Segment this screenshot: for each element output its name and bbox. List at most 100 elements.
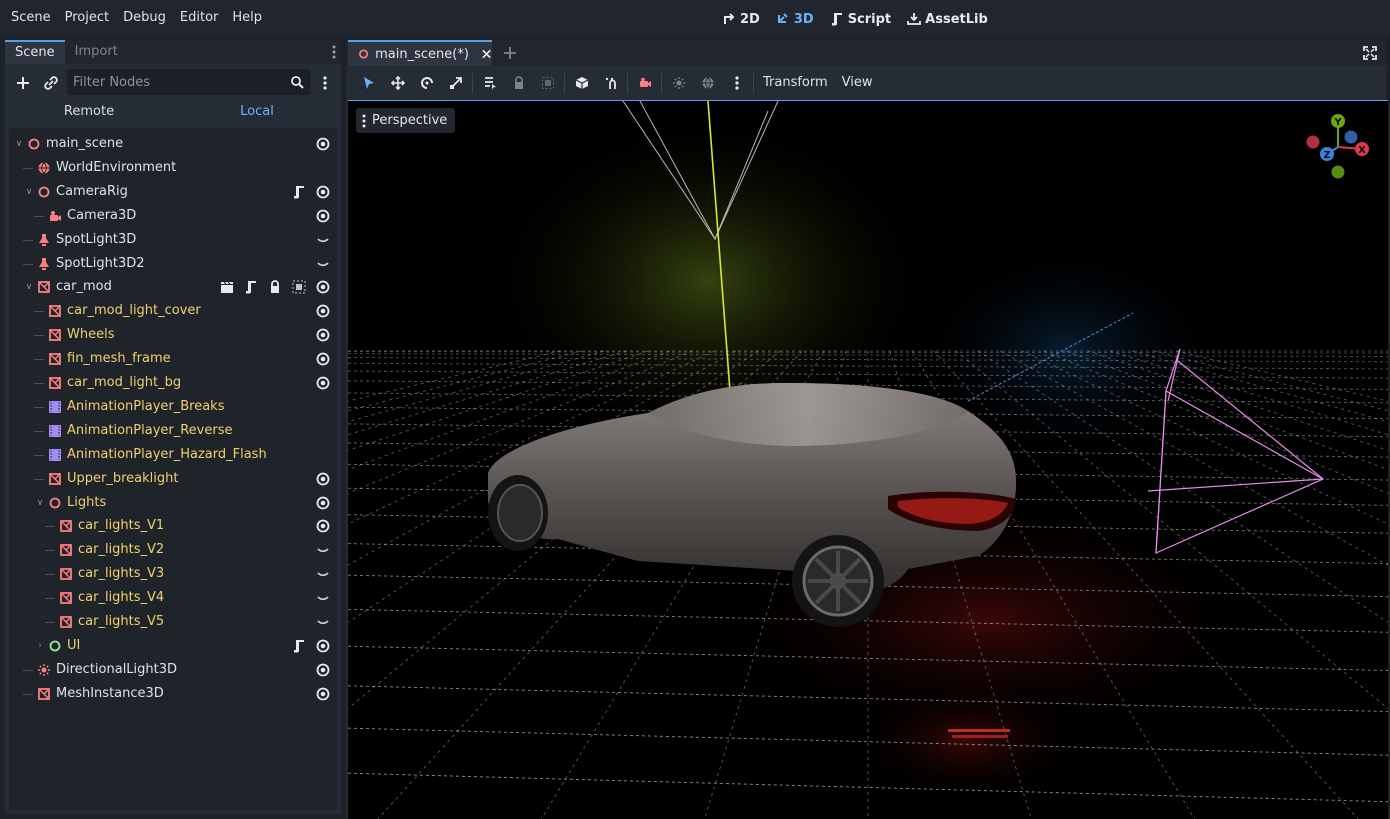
visibility-icon[interactable] [315, 184, 331, 200]
perspective-menu-button[interactable]: Perspective [356, 108, 456, 133]
menu-debug[interactable]: Debug [116, 0, 173, 38]
transform-menu[interactable]: Transform [756, 70, 835, 96]
visibility-icon[interactable] [315, 686, 331, 702]
tree-row-ui[interactable]: › UI [9, 634, 337, 658]
tree-row-main-scene[interactable]: ∨ main_scene [9, 132, 337, 156]
axis-neg-z-handle[interactable] [1344, 130, 1358, 144]
workspace-script-button[interactable]: Script [830, 12, 891, 27]
hidden-icon[interactable] [315, 542, 331, 558]
visibility-icon[interactable] [315, 303, 331, 319]
scene-tab-main[interactable]: main_scene(*) [348, 40, 492, 66]
visibility-icon[interactable] [315, 471, 331, 487]
select-mode-button[interactable] [354, 70, 383, 96]
clapper-icon[interactable] [219, 279, 235, 295]
tree-row-car-mod-light-bg[interactable]: car_mod_light_bg [9, 371, 337, 395]
viewport-scene[interactable] [348, 101, 1388, 819]
view-menu[interactable]: View [835, 70, 880, 96]
visibility-icon[interactable] [315, 351, 331, 367]
orientation-gizmo[interactable]: Y X Z [1304, 109, 1374, 183]
group-button[interactable] [533, 70, 562, 96]
filter-nodes-input[interactable] [67, 70, 290, 94]
scale-mode-button[interactable] [441, 70, 470, 96]
camera-preview-button[interactable] [630, 70, 659, 96]
tree-row-spotlight3d2[interactable]: SpotLight3D2 [9, 252, 337, 276]
tree-row-meshinstance3d[interactable]: MeshInstance3D [9, 682, 337, 706]
visibility-icon[interactable] [315, 279, 331, 295]
preview-environment-button[interactable] [693, 70, 722, 96]
visibility-icon[interactable] [315, 327, 331, 343]
lock-button[interactable] [504, 70, 533, 96]
collapse-arrow-icon[interactable]: ∨ [24, 282, 34, 292]
tree-row-spotlight3d[interactable]: SpotLight3D [9, 228, 337, 252]
preview-settings-button[interactable] [722, 70, 751, 96]
tree-row-car-lights-v5[interactable]: car_lights_V5 [9, 610, 337, 634]
script-icon[interactable] [243, 279, 259, 295]
tree-row-animationplayer-hazard-flash[interactable]: AnimationPlayer_Hazard_Flash [9, 443, 337, 467]
collapse-arrow-icon[interactable]: ∨ [24, 187, 34, 197]
tree-row-car-mod-light-cover[interactable]: car_mod_light_cover [9, 299, 337, 323]
visibility-icon[interactable] [315, 518, 331, 534]
group-icon[interactable] [291, 279, 307, 295]
snap-button[interactable] [596, 70, 625, 96]
collapse-arrow-icon[interactable]: ∨ [14, 139, 24, 149]
visibility-icon[interactable] [315, 662, 331, 678]
script-icon[interactable] [291, 184, 307, 200]
tree-row-car-lights-v3[interactable]: car_lights_V3 [9, 562, 337, 586]
add-scene-tab-icon[interactable] [500, 43, 520, 63]
visibility-icon[interactable] [315, 208, 331, 224]
axis-neg-y-handle[interactable] [1331, 165, 1345, 179]
remote-button[interactable]: Remote [5, 100, 173, 124]
tree-row-camerarig[interactable]: ∨ CameraRig [9, 180, 337, 204]
move-mode-button[interactable] [383, 70, 412, 96]
hidden-icon[interactable] [315, 614, 331, 630]
tree-row-car-lights-v4[interactable]: car_lights_V4 [9, 586, 337, 610]
preview-sun-button[interactable] [664, 70, 693, 96]
workspace-2d-button[interactable]: 2D [722, 12, 760, 27]
tree-row-fin-mesh-frame[interactable]: fin_mesh_frame [9, 347, 337, 371]
axis-neg-x-handle[interactable] [1306, 135, 1320, 149]
menu-project[interactable]: Project [58, 0, 116, 38]
tree-row-car-mod[interactable]: ∨ car_mod [9, 275, 337, 299]
tree-row-car-lights-v1[interactable]: car_lights_V1 [9, 514, 337, 538]
local-button[interactable]: Local [173, 100, 341, 124]
search-icon[interactable] [290, 75, 304, 89]
local-space-button[interactable] [567, 70, 596, 96]
hidden-icon[interactable] [315, 232, 331, 248]
menu-scene[interactable]: Scene [4, 0, 58, 38]
3d-viewport[interactable]: Perspective Y X Z [348, 100, 1388, 819]
script-icon[interactable] [291, 638, 307, 654]
hidden-icon[interactable] [315, 256, 331, 272]
scene-tree-menu-button[interactable] [313, 71, 337, 95]
list-select-button[interactable] [475, 70, 504, 96]
visibility-icon[interactable] [315, 136, 331, 152]
workspace-3d-button[interactable]: 3D [776, 12, 814, 27]
lock-icon[interactable] [267, 279, 283, 295]
close-icon[interactable] [481, 48, 492, 60]
hidden-icon[interactable] [315, 590, 331, 606]
tree-row-wheels[interactable]: Wheels [9, 323, 337, 347]
workspace-assetlib-button[interactable]: AssetLib [907, 12, 988, 27]
dock-menu-icon[interactable] [331, 44, 337, 60]
distraction-free-icon[interactable] [1362, 45, 1378, 61]
add-node-button[interactable] [11, 71, 35, 95]
tree-row-lights[interactable]: ∨ Lights [9, 491, 337, 515]
visibility-icon[interactable] [315, 495, 331, 511]
rotate-mode-button[interactable] [412, 70, 441, 96]
tree-row-upper-breaklight[interactable]: Upper_breaklight [9, 467, 337, 491]
menu-help[interactable]: Help [225, 0, 269, 38]
tree-row-animationplayer-breaks[interactable]: AnimationPlayer_Breaks [9, 395, 337, 419]
tab-import[interactable]: Import [65, 40, 128, 64]
tab-scene[interactable]: Scene [5, 40, 65, 64]
visibility-icon[interactable] [315, 638, 331, 654]
tree-row-worldenvironment[interactable]: WorldEnvironment [9, 156, 337, 180]
tree-row-camera3d[interactable]: Camera3D [9, 204, 337, 228]
visibility-icon[interactable] [315, 375, 331, 391]
hidden-icon[interactable] [315, 566, 331, 582]
instance-scene-button[interactable] [39, 71, 63, 95]
expand-arrow-icon[interactable]: › [35, 641, 45, 651]
tree-row-car-lights-v2[interactable]: car_lights_V2 [9, 538, 337, 562]
collapse-arrow-icon[interactable]: ∨ [35, 498, 45, 508]
tree-row-directionallight3d[interactable]: DirectionalLight3D [9, 658, 337, 682]
tree-row-animationplayer-reverse[interactable]: AnimationPlayer_Reverse [9, 419, 337, 443]
menu-editor[interactable]: Editor [173, 0, 225, 38]
